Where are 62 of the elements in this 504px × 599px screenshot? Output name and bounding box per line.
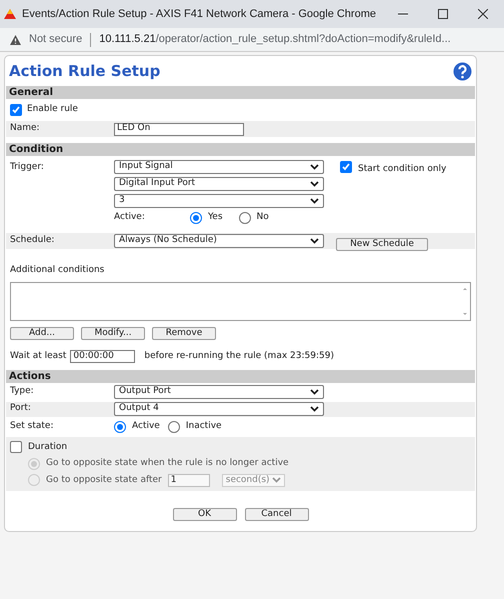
page-title: Action Rule Setup [9, 60, 160, 82]
button[interactable]: Modify... [81, 326, 145, 340]
security-status: Not secure [29, 32, 82, 48]
field-label: Name: [10, 122, 41, 136]
chevron-down-icon [310, 406, 319, 412]
dropdown[interactable]: Digital Input Port [114, 177, 324, 191]
help-icon[interactable] [453, 62, 472, 80]
chevron-down-icon [310, 198, 319, 204]
radio-button[interactable] [238, 212, 251, 224]
maximize-icon[interactable] [438, 9, 448, 19]
field-label: before re-running the rule (max 23:59:59) [144, 350, 334, 363]
url-text: 10.111.5.21/operator/action_rule_setup.shtml?doAction=modify&ruleId... [99, 32, 451, 48]
field-label: Start condition only [358, 163, 446, 176]
field-label: Enable rule [27, 103, 78, 116]
chevron-down-icon [272, 477, 281, 484]
section-header: Condition [6, 143, 475, 156]
field-label: Type: [10, 385, 35, 398]
wait-time-field[interactable]: 00:00:00 [70, 350, 136, 363]
button[interactable]: New Schedule [336, 238, 428, 250]
field-label: Wait at least [10, 350, 66, 363]
duration-field[interactable]: 1 [168, 474, 210, 487]
chevron-down-icon [310, 238, 319, 244]
field-label: Trigger: [10, 161, 45, 174]
name-field[interactable]: LED On [114, 122, 244, 136]
field-label: Inactive [186, 420, 222, 433]
logo-icon [4, 9, 16, 19]
field-label: Active [132, 420, 160, 433]
dropdown[interactable]: Input Signal [114, 160, 324, 174]
field-label: Schedule: [10, 234, 56, 247]
dropdown[interactable]: Output 4 [114, 402, 324, 416]
field-label: Duration [28, 440, 68, 454]
checkbox[interactable] [10, 104, 22, 116]
field-label: Go to opposite state after [46, 474, 162, 486]
field-label: Go to opposite state when the rule is no longer active [46, 457, 289, 470]
button[interactable]: Remove [152, 326, 216, 340]
window-title: Events/Action Rule Setup - AXIS F41 Network Camera - Google Chrome [22, 6, 377, 22]
field-label: Additional conditions [10, 264, 104, 274]
button[interactable]: OK [172, 508, 236, 521]
checkbox[interactable] [10, 441, 22, 454]
field-label: Port: [10, 402, 32, 416]
section-header: Actions [6, 370, 475, 382]
dropdown[interactable]: Always (No Schedule) [114, 234, 324, 248]
field-label: Yes [208, 211, 223, 224]
warning-icon [10, 34, 21, 44]
radio-button[interactable] [114, 420, 126, 432]
chevron-down-icon [310, 181, 319, 187]
dropdown[interactable]: 3 [114, 194, 324, 208]
field-label: Set state: [10, 420, 54, 433]
dropdown[interactable]: Output Port [114, 385, 324, 399]
button[interactable]: Add... [10, 326, 74, 340]
chevron-down-icon [310, 164, 319, 170]
address-bar[interactable]: Not secure 10.111.5.21/operator/action_rule_setup.shtml?doAction=modify&ruleId... [0, 28, 504, 52]
chevron-down-icon [310, 389, 319, 395]
radio-button[interactable] [168, 420, 180, 432]
button[interactable]: Cancel [244, 508, 308, 521]
radio-button[interactable] [190, 212, 202, 224]
section-header: General [6, 86, 475, 99]
conditions-list[interactable] [10, 282, 471, 320]
field-label: Active: [114, 211, 146, 224]
field-label: No [256, 211, 269, 224]
close-icon[interactable] [478, 9, 488, 19]
checkbox[interactable] [340, 161, 352, 173]
